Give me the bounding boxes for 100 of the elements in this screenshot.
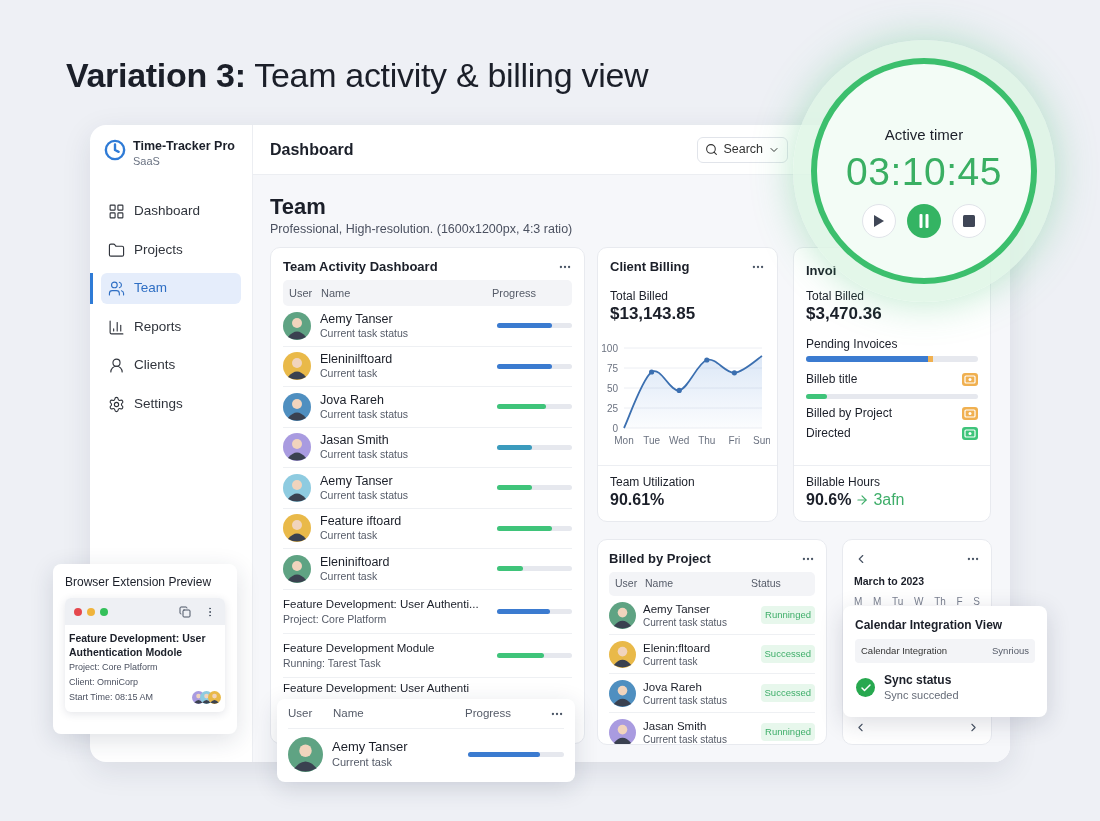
column-header: Name [333, 705, 365, 721]
nav-icon [108, 357, 125, 374]
card-title: Browser Extension Preview [65, 574, 213, 590]
avatar [283, 433, 311, 462]
sync-detail: Sync succeded [884, 688, 959, 702]
avatar [283, 514, 311, 543]
data-point [676, 387, 682, 393]
member-status: Current task [320, 529, 379, 543]
sidebar-item[interactable]: Team [101, 273, 241, 304]
weekday-label: Th [934, 594, 946, 609]
invoice-item-label: Billeb title [806, 371, 858, 387]
calendar-month: March to 2023 [854, 574, 926, 589]
trend-value: 3afn [873, 490, 905, 510]
member-name: Jasan Smith [320, 433, 390, 449]
play-button[interactable] [862, 204, 896, 238]
task-detail: Client: OmniCorp [69, 676, 139, 689]
task-title: Feature Development Module [283, 640, 436, 656]
metric-value: 90.6% [806, 490, 852, 510]
metric-value: 90.61% [610, 490, 666, 510]
member-status: Current task status [643, 732, 728, 744]
avatar [609, 601, 636, 629]
member-name: Aemy Tanser [332, 739, 409, 755]
data-point [704, 357, 710, 363]
task-title: Feature Development: User Authentication Modole [69, 631, 207, 659]
member-name: Aemy Tanser [320, 473, 394, 489]
avatar [283, 473, 311, 502]
task-subtitle: Running: Tarest Task [283, 655, 382, 670]
member-name: Aemy Tanser [320, 311, 394, 327]
section-title: Team [270, 194, 326, 220]
column-header: User [288, 705, 314, 721]
weekday-label: W [914, 594, 924, 609]
card-title: Billed by Project [609, 550, 711, 569]
member-status: Current task [643, 654, 699, 668]
sidebar-item[interactable]: Reports [101, 311, 241, 343]
axis-label: 25 [606, 402, 618, 414]
avatar [283, 311, 311, 340]
card-title: Invoi [806, 263, 837, 278]
axis-label: 0 [612, 422, 618, 434]
metric-label: Billable Hours [806, 475, 882, 490]
stop-button[interactable] [952, 204, 986, 238]
check-icon [856, 678, 875, 697]
axis-label: Fri [728, 435, 741, 446]
member-name: Aemy Tanser [643, 601, 711, 616]
column-header: Name [645, 576, 674, 592]
axis-label: 100 [601, 342, 618, 354]
member-status: Current task status [320, 448, 410, 462]
member-name: Jova Rareh [320, 392, 385, 408]
column-header: Status [751, 576, 782, 592]
member-status: Current task status [320, 407, 410, 421]
column-header: Name [321, 285, 352, 301]
avatar [283, 392, 311, 421]
status-badge: Successed [760, 683, 815, 703]
pending-marker [928, 356, 934, 362]
axis-label: Sun [753, 435, 770, 446]
pause-button[interactable] [907, 204, 941, 238]
invoice-item-label: Billed by Project [806, 405, 893, 421]
weekday-label: M [854, 594, 863, 609]
axis-label: Mon [614, 435, 634, 446]
metric-label: Team Utilization [610, 475, 696, 490]
avatar [283, 352, 311, 381]
avatar [208, 691, 221, 704]
task-detail: Start Time: 08:15 AM [69, 691, 154, 704]
sidebar-item[interactable]: Dashboard [101, 196, 241, 227]
pause-icon [919, 214, 929, 228]
search-button[interactable]: Search [697, 136, 788, 163]
column-header: Progress [492, 285, 538, 301]
member-status: Current task [332, 755, 393, 769]
sidebar-item[interactable]: Settings [101, 388, 241, 420]
axis-label: 75 [606, 362, 618, 374]
metric-label: Total Billed [806, 289, 866, 304]
member-status: Current task status [643, 615, 728, 629]
weekday-label: Tu [892, 594, 904, 609]
axis-label: Thu [698, 435, 716, 446]
stop-icon [963, 215, 975, 227]
avatar [609, 718, 636, 744]
integration-value: Synrious [992, 643, 1029, 658]
search-icon [705, 143, 719, 156]
axis-label: Wed [669, 435, 690, 446]
member-name: Jasan Smith [643, 718, 708, 733]
app-name: Time-Tracker Pro [133, 138, 235, 154]
nav-icon [108, 280, 125, 297]
data-point [649, 369, 655, 375]
copy-icon[interactable] [179, 605, 191, 618]
task-detail: Project: Core Platform [69, 661, 158, 674]
avatar [283, 554, 311, 583]
timer-time: 03:10:45 [846, 150, 1002, 194]
card-title: Client Billing [610, 258, 690, 277]
sidebar-item[interactable]: Clients [101, 350, 241, 381]
sidebar-item[interactable]: Projects [101, 234, 241, 266]
member-status: Current task status [320, 326, 410, 340]
member-status: Current task status [643, 693, 728, 707]
status-badge: Successed [760, 644, 815, 664]
member-name: Feature iftoard [320, 514, 403, 530]
active-indicator [90, 273, 93, 304]
integration-label: Calendar Integration [861, 643, 948, 658]
play-icon [873, 214, 885, 228]
data-point [731, 370, 737, 376]
avatar [288, 736, 323, 772]
nav-icon [108, 241, 125, 259]
metric-value: $13,143.85 [610, 304, 697, 324]
